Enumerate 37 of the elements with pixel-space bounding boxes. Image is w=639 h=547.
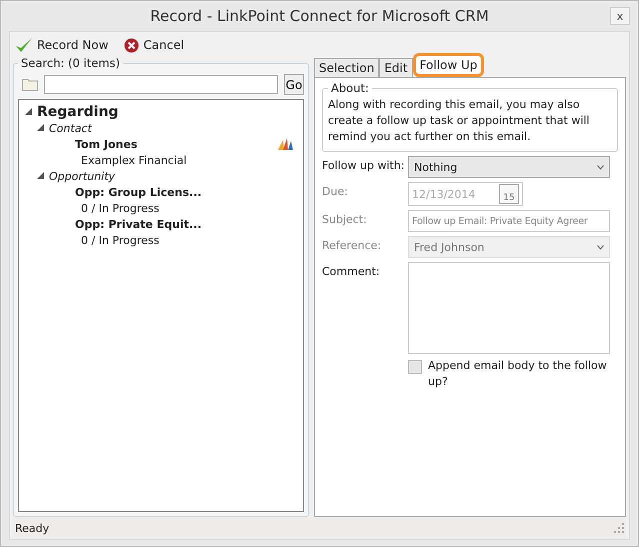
window-title: Record - LinkPoint Connect for Microsoft CRM [150,7,489,25]
dropdown[interactable]: Nothing [408,156,610,178]
field-label: Reference: [322,238,382,252]
comment-field[interactable] [408,262,610,354]
tree-item-detail: 0 / In Progress [81,202,160,214]
tree-item-detail: 0 / In Progress [81,234,160,246]
tree-item[interactable]: Opp: Private Equit... [75,218,202,230]
go-button[interactable]: Go [284,74,304,95]
about-text: Along with recording this email, you may also create a follow up task or appointment that will remind you act further on this email. [328,97,590,145]
field-label: Follow up with: [322,158,406,172]
tree-item[interactable]: Tom Jones [75,138,138,150]
close-button[interactable]: x [610,7,630,25]
tree-group[interactable]: Contact [49,122,92,134]
tab[interactable]: Edit [379,58,413,77]
field-label: Due: [322,184,349,198]
folder-icon[interactable] [22,78,38,91]
resize-grip-icon[interactable] [614,523,624,533]
chevron-icon [597,164,604,170]
tree-group[interactable]: Opportunity [49,170,116,182]
search-label: Search: (0 items) [20,56,121,70]
toolbar-button[interactable]: Record Now [13,37,110,53]
checkmark-icon [15,37,33,53]
search-field[interactable] [44,75,278,94]
tab[interactable]: Follow Up [412,53,484,77]
status-text: Ready [15,522,50,534]
chevron-icon [597,244,604,250]
cancel-icon [124,38,140,52]
field-label: Comment: [322,264,381,278]
tree-item[interactable]: Opp: Group Licens... [75,186,202,198]
checkbox-label: Append email body to the follow up? [428,358,608,390]
tab[interactable]: Selection [314,58,380,77]
about-label: About: [330,81,370,95]
field-label: Subject: [322,212,368,226]
tree-item-detail: Examplex Financial [81,154,187,166]
toolbar-button[interactable]: Cancel [122,38,186,52]
tree-root[interactable]: Regarding [37,104,118,120]
checkbox[interactable] [408,360,422,374]
